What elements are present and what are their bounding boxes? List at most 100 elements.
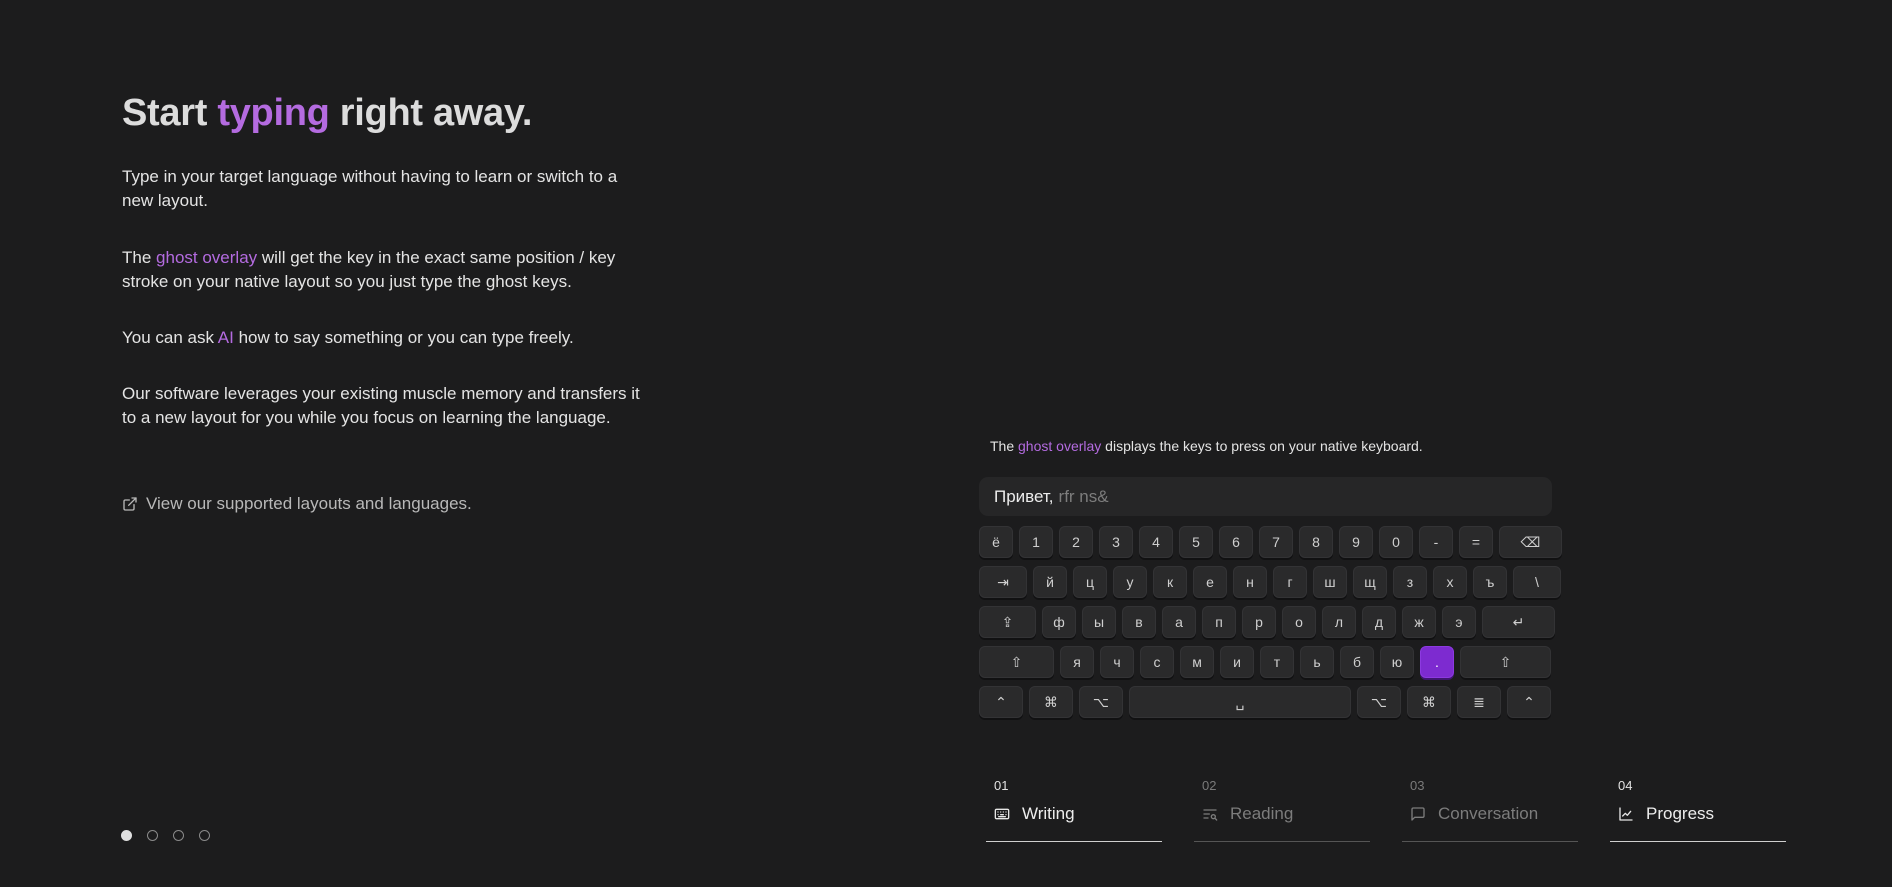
paragraph-3: You can ask AI how to say something or y… bbox=[122, 326, 574, 350]
key-2-2[interactable]: й bbox=[1033, 566, 1067, 598]
tab-underline bbox=[986, 841, 1162, 842]
ghost-text: rfr ns& bbox=[1058, 486, 1109, 506]
virtual-keyboard: ё 1 2 3 4 5 6 7 8 9 0- = ⌫ ⇥ й ц у к е н г ш щ з х ъ \ ⇪ ф ы в а п р о л д… bbox=[979, 526, 1562, 726]
key-4-2[interactable]: я bbox=[1060, 646, 1094, 678]
key-3-6[interactable]: п bbox=[1202, 606, 1236, 638]
typed-text: Привет, bbox=[994, 486, 1054, 506]
tab-writing[interactable]: 01 Writing bbox=[986, 778, 1162, 842]
key-4-6[interactable]: и bbox=[1220, 646, 1254, 678]
key-3-12[interactable]: э bbox=[1442, 606, 1476, 638]
key-5-6[interactable]: ⌘ bbox=[1407, 686, 1451, 718]
chat-bubble-icon bbox=[1411, 807, 1425, 821]
key-1-6[interactable]: 5 bbox=[1179, 526, 1213, 558]
keyboard-row-5: ⌃ ⌘ ⌥ ␣ ⌥ ⌘ ≣ ⌃ bbox=[979, 686, 1553, 720]
key-5-3[interactable]: ⌥ bbox=[1079, 686, 1123, 718]
key-3-4[interactable]: в bbox=[1122, 606, 1156, 638]
key-2-12[interactable]: х bbox=[1433, 566, 1467, 598]
pagination-dot-2[interactable] bbox=[147, 830, 158, 841]
typing-preview: Привет, rfr ns& bbox=[979, 477, 1552, 516]
key-2-5[interactable]: к bbox=[1153, 566, 1187, 598]
key-3-1[interactable]: ⇪ bbox=[979, 606, 1036, 638]
key-2-14[interactable]: \ bbox=[1513, 566, 1561, 598]
key-4-11[interactable]: . bbox=[1420, 646, 1454, 678]
tab-reading[interactable]: 02 Reading bbox=[1194, 778, 1370, 842]
key-4-4[interactable]: с bbox=[1140, 646, 1174, 678]
key-2-13[interactable]: ъ bbox=[1473, 566, 1507, 598]
key-4-12[interactable]: ⇧ bbox=[1460, 646, 1551, 678]
key-1-10[interactable]: 9 bbox=[1339, 526, 1373, 558]
key-4-10[interactable]: ю bbox=[1380, 646, 1414, 678]
key-2-6[interactable]: е bbox=[1193, 566, 1227, 598]
key-1-4[interactable]: 3 bbox=[1099, 526, 1133, 558]
key-5-2[interactable]: ⌘ bbox=[1029, 686, 1073, 718]
key-3-8[interactable]: о bbox=[1282, 606, 1316, 638]
tab-label: Progress bbox=[1646, 804, 1715, 823]
key-2-4[interactable]: у bbox=[1113, 566, 1147, 598]
key-2-10[interactable]: щ bbox=[1353, 566, 1387, 598]
tab-underline bbox=[1610, 841, 1786, 842]
key-3-2[interactable]: ф bbox=[1042, 606, 1076, 638]
key-1-11[interactable]: 0 bbox=[1379, 526, 1413, 558]
key-2-8[interactable]: г bbox=[1273, 566, 1307, 598]
tab-conversation[interactable]: 03 Conversation bbox=[1402, 778, 1578, 842]
pagination-dot-3[interactable] bbox=[173, 830, 184, 841]
tab-number: 04 bbox=[1618, 778, 1633, 793]
key-1-14[interactable]: ⌫ bbox=[1499, 526, 1562, 558]
key-1-5[interactable]: 4 bbox=[1139, 526, 1173, 558]
key-4-8[interactable]: ь bbox=[1300, 646, 1334, 678]
tab-number: 02 bbox=[1202, 778, 1217, 793]
key-1-2[interactable]: 1 bbox=[1019, 526, 1053, 558]
key-2-3[interactable]: ц bbox=[1073, 566, 1107, 598]
key-2-11[interactable]: з bbox=[1393, 566, 1427, 598]
paragraph-3-pre: You can ask bbox=[122, 328, 218, 347]
key-4-5[interactable]: м bbox=[1180, 646, 1214, 678]
key-3-13[interactable]: ↵ bbox=[1482, 606, 1555, 638]
key-3-11[interactable]: ж bbox=[1402, 606, 1436, 638]
key-4-3[interactable]: ч bbox=[1100, 646, 1134, 678]
key-2-1[interactable]: ⇥ bbox=[979, 566, 1027, 598]
key-2-7[interactable]: н bbox=[1233, 566, 1267, 598]
pagination-dot-1[interactable] bbox=[121, 830, 132, 841]
demo-caption-post: displays the keys to press on your nativ… bbox=[1101, 438, 1423, 454]
supported-layouts-link-label: View our supported layouts and languages… bbox=[146, 494, 472, 513]
chart-icon bbox=[1619, 807, 1633, 821]
key-1-9[interactable]: 8 bbox=[1299, 526, 1333, 558]
pagination-dot-4[interactable] bbox=[199, 830, 210, 841]
paragraph-3-post: how to say something or you can type fre… bbox=[233, 328, 574, 347]
key-4-1[interactable]: ⇧ bbox=[979, 646, 1054, 678]
key-1-12[interactable]: - bbox=[1419, 526, 1453, 558]
key-1-7[interactable]: 6 bbox=[1219, 526, 1253, 558]
key-5-1[interactable]: ⌃ bbox=[979, 686, 1023, 718]
key-1-3[interactable]: 2 bbox=[1059, 526, 1093, 558]
paragraph-1: Type in your target language without hav… bbox=[122, 167, 618, 210]
key-1-8[interactable]: 7 bbox=[1259, 526, 1293, 558]
key-2-9[interactable]: ш bbox=[1313, 566, 1347, 598]
tab-progress[interactable]: 04 Progress bbox=[1610, 778, 1786, 842]
demo-caption-pre: The bbox=[990, 438, 1019, 454]
key-5-7[interactable]: ≣ bbox=[1457, 686, 1501, 718]
key-3-9[interactable]: л bbox=[1322, 606, 1356, 638]
supported-layouts-link[interactable]: View our supported layouts and languages… bbox=[122, 494, 472, 514]
key-3-7[interactable]: р bbox=[1242, 606, 1276, 638]
tab-number: 01 bbox=[994, 778, 1009, 793]
ghost-overlay-highlight: ghost overlay bbox=[156, 248, 258, 267]
tab-label: Reading bbox=[1230, 804, 1294, 823]
paragraph-4: Our software leverages your existing mus… bbox=[122, 384, 640, 427]
keyboard-row-3: ⇪ ф ы в а п р о л д ж э ↵ bbox=[979, 606, 1555, 640]
tab-label: Conversation bbox=[1438, 804, 1539, 823]
key-1-1[interactable]: ё bbox=[979, 526, 1013, 558]
headline-suffix: right away. bbox=[329, 92, 533, 134]
keyboard-row-1: ё 1 2 3 4 5 6 7 8 9 0- = ⌫ bbox=[979, 526, 1562, 560]
key-3-3[interactable]: ы bbox=[1082, 606, 1116, 638]
keyboard-row-4: ⇧ я ч с м и т ь б ю. ⇧ bbox=[979, 646, 1553, 680]
key-4-9[interactable]: б bbox=[1340, 646, 1374, 678]
key-5-5[interactable]: ⌥ bbox=[1357, 686, 1401, 718]
key-5-8[interactable]: ⌃ bbox=[1507, 686, 1551, 718]
pagination-dots bbox=[121, 830, 210, 841]
key-5-4[interactable]: ␣ bbox=[1129, 686, 1351, 718]
key-3-5[interactable]: а bbox=[1162, 606, 1196, 638]
key-1-13[interactable]: = bbox=[1459, 526, 1493, 558]
key-3-10[interactable]: д bbox=[1362, 606, 1396, 638]
tab-underline bbox=[1402, 841, 1578, 842]
key-4-7[interactable]: т bbox=[1260, 646, 1294, 678]
